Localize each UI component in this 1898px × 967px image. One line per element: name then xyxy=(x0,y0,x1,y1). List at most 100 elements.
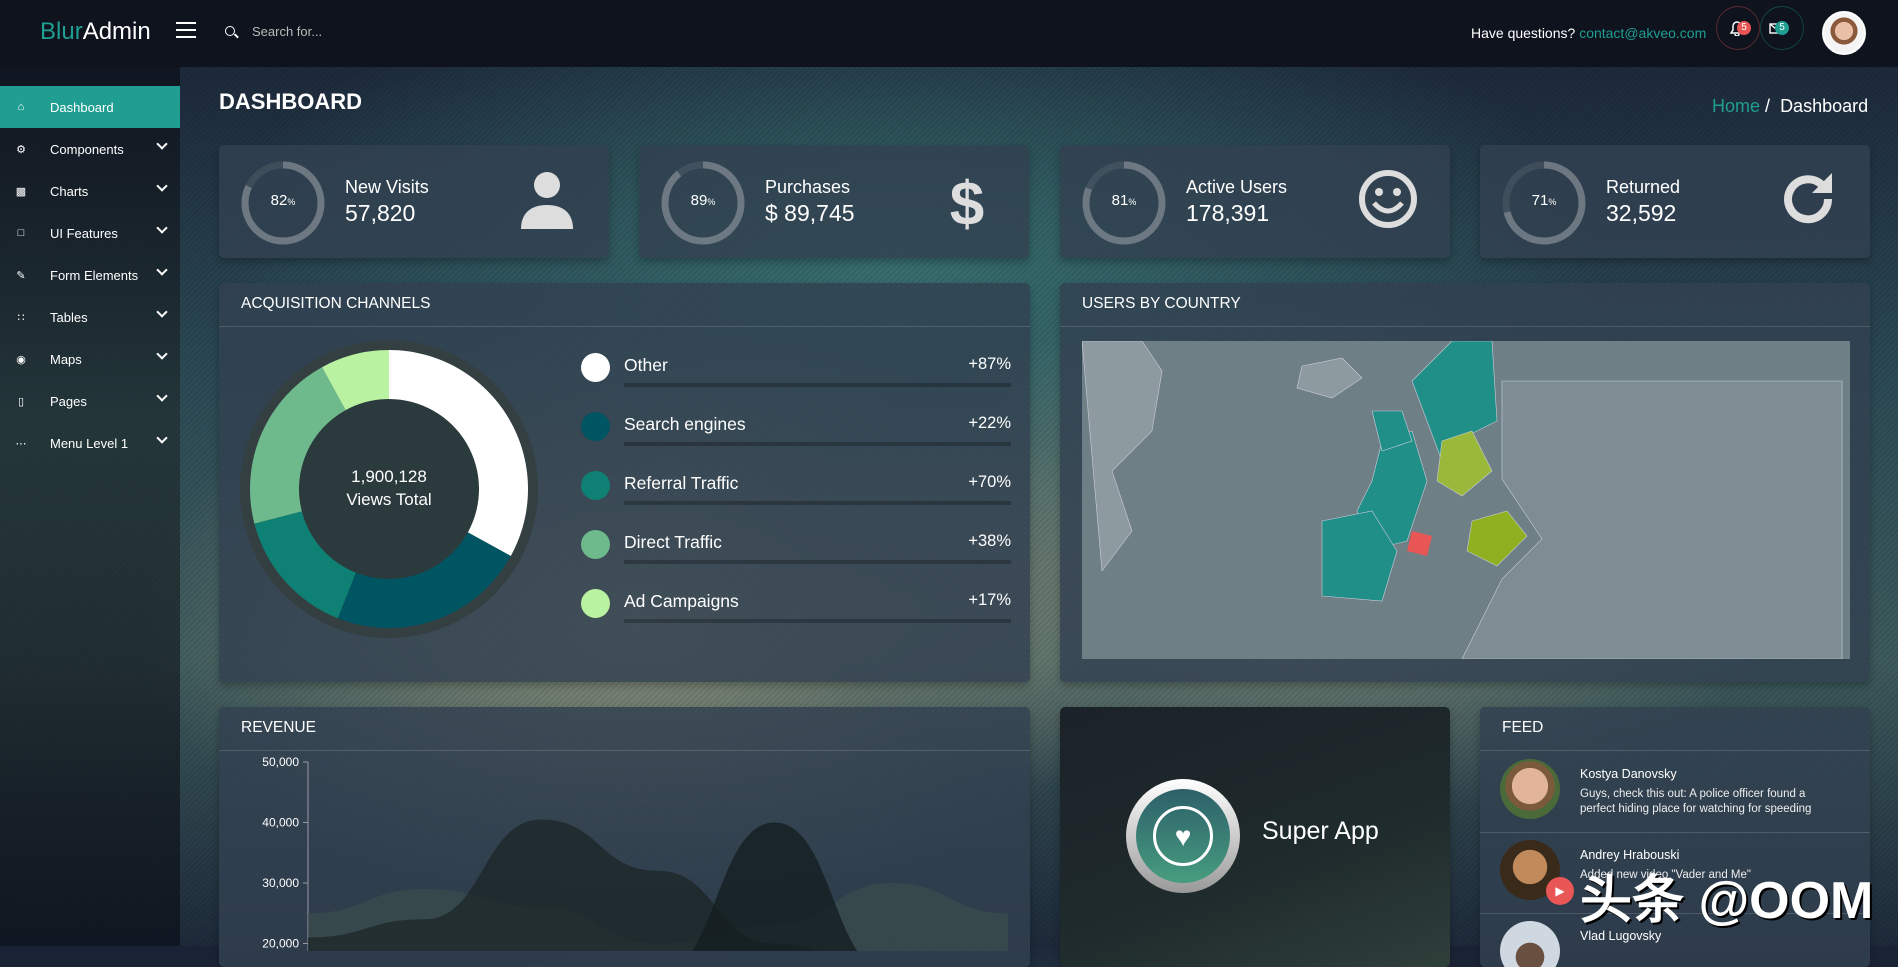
legend-item[interactable]: Referral Traffic +70% xyxy=(566,467,1011,507)
stat-value: 178,391 xyxy=(1186,200,1270,226)
legend-dot xyxy=(581,530,610,559)
smile-icon xyxy=(1359,170,1417,228)
y-tick-label: 30,000 xyxy=(262,876,299,890)
percent-label: 71% xyxy=(1531,192,1557,209)
svg-text:$: $ xyxy=(950,170,984,231)
edit-icon: ✎ xyxy=(16,269,26,282)
legend-bar xyxy=(624,619,1011,623)
panel-title: FEED xyxy=(1480,707,1870,751)
breadcrumb: Home / Dashboard xyxy=(1712,96,1869,116)
refresh-icon xyxy=(1784,173,1833,224)
percent-label: 81% xyxy=(1111,192,1137,209)
y-tick-label: 40,000 xyxy=(262,816,299,830)
chevron-down-icon xyxy=(156,306,168,318)
chevron-down-icon xyxy=(156,180,168,192)
legend-item[interactable]: Direct Traffic +38% xyxy=(566,526,1011,566)
stat-value: 32,592 xyxy=(1606,200,1677,226)
hamburger-menu-icon[interactable] xyxy=(176,22,196,38)
sidebar-item-charts[interactable]: ▩ Charts xyxy=(0,170,180,212)
play-video-icon[interactable]: ▶ xyxy=(1546,877,1574,905)
sidebar-item-components[interactable]: ⚙ Components xyxy=(0,128,180,170)
stat-card-returned: 71% Returned 32,592 xyxy=(1480,145,1870,258)
file-icon: ▯ xyxy=(17,395,25,408)
sidebar-item-dashboard[interactable]: ⌂ Dashboard xyxy=(0,86,180,128)
sidebar: ⌂ Dashboard ⚙ Components ▩ Charts □ UI Features… xyxy=(0,67,180,946)
panel-title: REVENUE xyxy=(219,707,1030,751)
feed-author: Kostya Danovsky xyxy=(1580,767,1677,781)
gear-icon: ⚙ xyxy=(16,143,26,156)
chevron-down-icon xyxy=(156,138,168,150)
ellipsis-icon: ⋯ xyxy=(15,437,27,450)
chevron-down-icon xyxy=(156,222,168,234)
sidebar-item-menu-level-1[interactable]: ⋯ Menu Level 1 xyxy=(0,422,180,464)
search-icon xyxy=(225,26,235,36)
feed-item[interactable]: Kostya Danovsky Guys, check this out: A p… xyxy=(1480,751,1870,833)
messages-badge: 5 xyxy=(1775,21,1789,35)
legend-dot xyxy=(581,589,610,618)
contact-email-link[interactable]: contact@akveo.com xyxy=(1579,25,1706,41)
legend-dot xyxy=(581,412,610,441)
top-bar: BlurAdmin Have questions? contact@akveo.… xyxy=(0,0,1898,67)
stat-label: New Visits xyxy=(345,177,429,197)
views-total-label: Views Total xyxy=(346,490,432,509)
stat-value: 57,820 xyxy=(345,200,416,226)
dollar-icon: $ xyxy=(950,170,984,231)
chevron-down-icon xyxy=(156,348,168,360)
laptop-icon: □ xyxy=(17,227,25,239)
legend-item[interactable]: Other +87% xyxy=(566,349,1011,389)
y-tick-label: 50,000 xyxy=(262,755,299,769)
app-name: Super App xyxy=(1262,817,1379,845)
europe-map[interactable] xyxy=(1082,341,1850,659)
search-input[interactable] xyxy=(252,24,452,39)
sidebar-item-maps[interactable]: ◉ Maps xyxy=(0,338,180,380)
home-icon: ⌂ xyxy=(17,101,25,113)
sidebar-item-ui-features[interactable]: □ UI Features xyxy=(0,212,180,254)
chevron-down-icon xyxy=(156,390,168,402)
donut-center-label: 1,900,128 Views Total xyxy=(289,465,489,511)
heart-app-icon[interactable]: ♥ xyxy=(1126,779,1240,893)
chevron-down-icon xyxy=(156,432,168,444)
revenue-chart: 50,000 40,000 30,000 20,000 xyxy=(262,755,1008,951)
legend-dot xyxy=(581,471,610,500)
notification-badge: 5 xyxy=(1737,21,1751,35)
map-pin-icon: ◉ xyxy=(16,353,26,366)
panel-title: ACQUISITION CHANNELS xyxy=(219,283,1030,327)
legend-item[interactable]: Ad Campaigns +17% xyxy=(566,585,1011,625)
views-total-value: 1,900,128 xyxy=(351,467,427,486)
legend-bar xyxy=(624,383,1011,387)
stat-card-purchases: 89% Purchases $ 89,745 $ xyxy=(639,145,1029,258)
stat-label: Purchases xyxy=(765,177,851,197)
user-icon xyxy=(521,172,573,229)
watermark: 头条 @OOM xyxy=(1580,872,1874,930)
chevron-down-icon xyxy=(156,264,168,276)
page-title: DASHBOARD xyxy=(219,89,362,114)
revenue-panel: REVENUE 50,000 40,000 30,000 20,000 xyxy=(219,707,1030,967)
stat-card-new-visits: 82% New Visits 57,820 xyxy=(219,145,609,258)
feed-avatar[interactable] xyxy=(1500,759,1560,819)
sidebar-item-form-elements[interactable]: ✎ Form Elements xyxy=(0,254,180,296)
acquisition-channels-panel: ACQUISITION CHANNELS 1,900,128 Views Tota… xyxy=(219,283,1030,682)
stat-label: Returned xyxy=(1606,177,1681,197)
panel-title: USERS BY COUNTRY xyxy=(1060,283,1870,327)
feed-text: Guys, check this out: A police officer f… xyxy=(1580,788,1812,815)
messages-button[interactable]: 5 xyxy=(1760,6,1804,50)
percent-label: 89% xyxy=(690,192,716,209)
super-app-panel: ♥ Super App xyxy=(1060,707,1450,967)
sidebar-item-pages[interactable]: ▯ Pages xyxy=(0,380,180,422)
percent-label: 82% xyxy=(270,192,296,209)
stat-card-active-users: 81% Active Users 178,391 xyxy=(1060,145,1450,258)
logo[interactable]: BlurAdmin xyxy=(40,18,151,46)
legend-dot xyxy=(581,353,610,382)
help-text: Have questions? contact@akveo.com xyxy=(1471,25,1707,41)
legend-bar xyxy=(624,560,1011,564)
bar-chart-icon: ▩ xyxy=(15,185,27,198)
notifications-button[interactable]: 5 xyxy=(1716,6,1760,50)
y-tick-label: 20,000 xyxy=(262,937,299,951)
sidebar-item-tables[interactable]: ∷ Tables xyxy=(0,296,180,338)
stat-label: Active Users xyxy=(1186,177,1288,197)
legend-bar xyxy=(624,501,1011,505)
legend-item[interactable]: Search engines +22% xyxy=(566,408,1011,448)
breadcrumb-home[interactable]: Home xyxy=(1712,96,1760,116)
user-avatar[interactable] xyxy=(1822,11,1866,55)
feed-avatar[interactable] xyxy=(1500,921,1560,967)
